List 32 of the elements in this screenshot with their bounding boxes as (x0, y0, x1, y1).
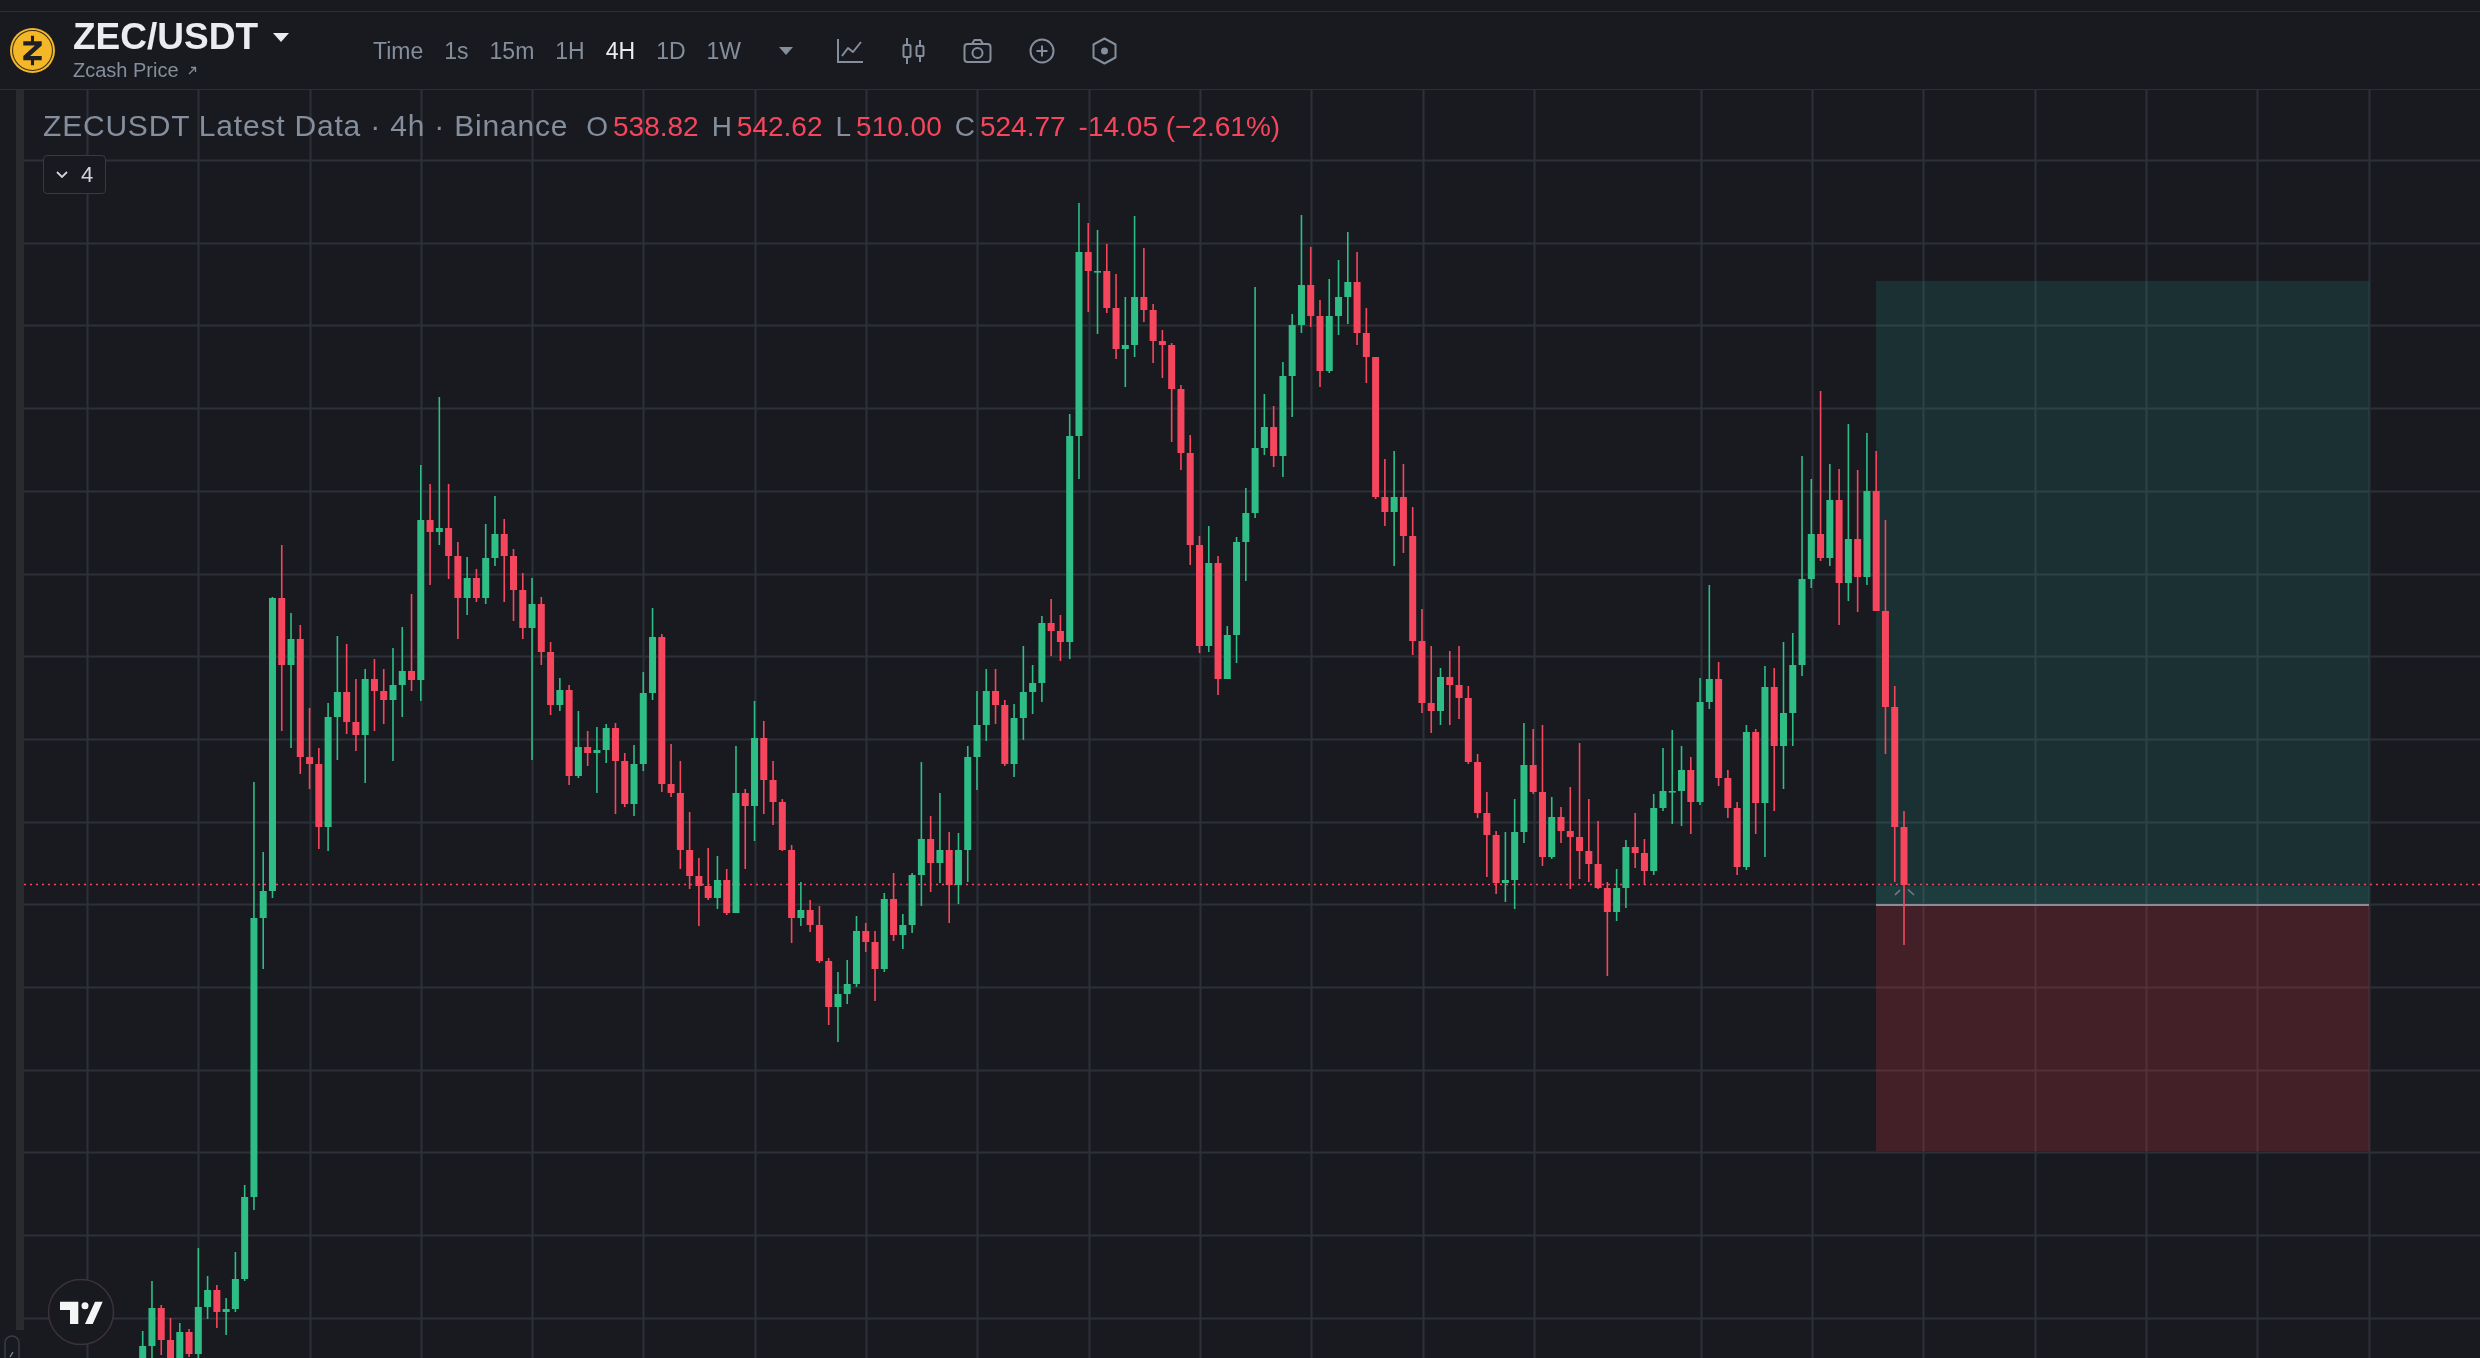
coin-logo-icon (10, 28, 55, 73)
price-change: -14.05 (−2.61%) (1078, 110, 1281, 144)
ohlc-label: O (586, 110, 608, 144)
interval-tab[interactable]: 1D (656, 35, 686, 66)
candlestick-icon[interactable] (901, 36, 927, 65)
ohlc-value: 538.82 (613, 110, 699, 144)
legend-title: ZECUSDT Latest Data · 4h · Binance (43, 109, 569, 143)
handle-icon[interactable] (4, 1335, 20, 1358)
add-icon[interactable] (1029, 37, 1056, 64)
ohlc-value: 524.77 (979, 110, 1066, 144)
ohlc-value: 510.00 (856, 110, 942, 144)
symbol-title: ZEC/USDT (73, 19, 258, 55)
price-link[interactable]: Zcash Price (73, 58, 197, 82)
interval-tab[interactable]: 1H (555, 35, 585, 66)
interval-tab[interactable]: Time (373, 35, 424, 66)
hexagon-icon[interactable] (1092, 36, 1118, 65)
ohlc-label: L (835, 110, 852, 144)
logo-icon (47, 1278, 115, 1346)
interval-tab[interactable]: 1s (444, 35, 469, 66)
ohlc-label: H (711, 110, 732, 144)
caret-down-icon[interactable] (273, 32, 289, 42)
line-chart-icon[interactable] (836, 37, 865, 64)
interval-tab[interactable]: 1W (706, 35, 742, 66)
interval-tab[interactable]: 4H (605, 35, 636, 66)
chevron-marker-icon (1894, 888, 1915, 896)
ohlc-value: 542.62 (736, 110, 823, 144)
interval-tab[interactable]: 15m (489, 35, 535, 66)
camera-icon[interactable] (963, 37, 993, 64)
indicators-toggle-button[interactable]: 4 (43, 155, 107, 194)
chevron-down-icon (56, 171, 68, 178)
external-link-icon (187, 65, 197, 75)
ohlc-label: C (954, 110, 975, 144)
